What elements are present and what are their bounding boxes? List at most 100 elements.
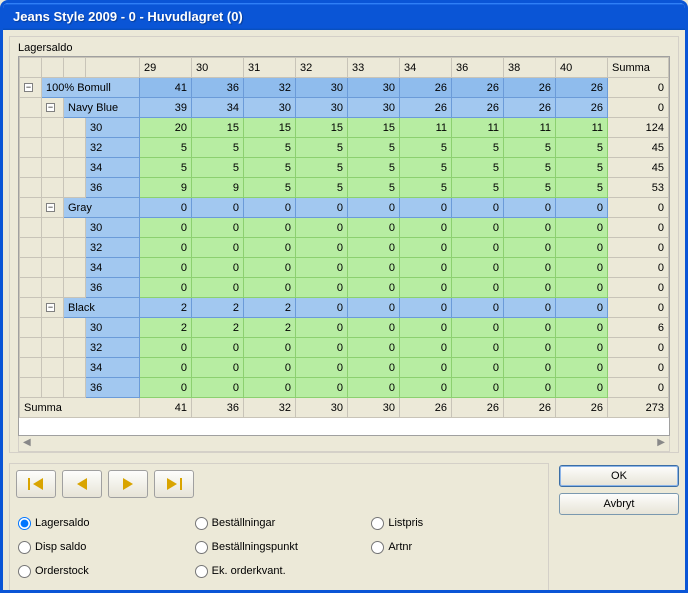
- value-cell[interactable]: 30: [348, 98, 400, 118]
- value-cell[interactable]: 39: [140, 98, 192, 118]
- summa-cell[interactable]: 0: [608, 338, 669, 358]
- size-label[interactable]: 34: [86, 258, 140, 278]
- value-cell[interactable]: 0: [556, 338, 608, 358]
- value-cell[interactable]: 2: [192, 318, 244, 338]
- value-cell[interactable]: 30: [296, 98, 348, 118]
- value-cell[interactable]: 26: [504, 98, 556, 118]
- value-cell[interactable]: 26: [452, 98, 504, 118]
- value-cell[interactable]: 0: [296, 218, 348, 238]
- value-cell[interactable]: 0: [348, 258, 400, 278]
- value-cell[interactable]: 0: [452, 318, 504, 338]
- value-cell[interactable]: 26: [400, 78, 452, 98]
- radio-ekorder[interactable]: Ek. orderkvant.: [195, 560, 364, 582]
- value-cell[interactable]: 0: [556, 238, 608, 258]
- nav-first-button[interactable]: [16, 470, 56, 498]
- value-cell[interactable]: 0: [556, 358, 608, 378]
- value-cell[interactable]: 20: [140, 118, 192, 138]
- value-cell[interactable]: 30: [244, 98, 296, 118]
- value-cell[interactable]: 0: [452, 298, 504, 318]
- value-cell[interactable]: 0: [504, 358, 556, 378]
- summa-cell[interactable]: 0: [608, 378, 669, 398]
- value-cell[interactable]: 5: [296, 178, 348, 198]
- value-cell[interactable]: 0: [400, 198, 452, 218]
- value-cell[interactable]: 5: [244, 178, 296, 198]
- size-label[interactable]: 30: [86, 318, 140, 338]
- size-label[interactable]: 30: [86, 218, 140, 238]
- value-cell[interactable]: 0: [348, 198, 400, 218]
- value-cell[interactable]: 0: [296, 338, 348, 358]
- value-cell[interactable]: 11: [504, 118, 556, 138]
- value-cell[interactable]: 0: [452, 358, 504, 378]
- summa-cell[interactable]: 0: [608, 98, 669, 118]
- collapse-icon[interactable]: −: [46, 203, 55, 212]
- value-cell[interactable]: 0: [244, 258, 296, 278]
- radio-input[interactable]: [18, 565, 31, 578]
- summa-cell[interactable]: 0: [608, 278, 669, 298]
- value-cell[interactable]: 0: [244, 358, 296, 378]
- summa-cell[interactable]: 0: [608, 298, 669, 318]
- value-cell[interactable]: 0: [296, 298, 348, 318]
- summa-cell[interactable]: 0: [608, 238, 669, 258]
- value-cell[interactable]: 2: [140, 318, 192, 338]
- size-label[interactable]: 32: [86, 238, 140, 258]
- summa-cell[interactable]: 0: [608, 78, 669, 98]
- value-cell[interactable]: 0: [504, 198, 556, 218]
- value-cell[interactable]: 0: [192, 378, 244, 398]
- value-cell[interactable]: 0: [400, 258, 452, 278]
- value-cell[interactable]: 5: [452, 178, 504, 198]
- value-cell[interactable]: 30: [348, 78, 400, 98]
- value-cell[interactable]: 0: [296, 258, 348, 278]
- value-cell[interactable]: 0: [192, 358, 244, 378]
- value-cell[interactable]: 0: [400, 358, 452, 378]
- value-cell[interactable]: 0: [296, 318, 348, 338]
- radio-input[interactable]: [371, 517, 384, 530]
- value-cell[interactable]: 0: [192, 218, 244, 238]
- value-cell[interactable]: 5: [244, 138, 296, 158]
- value-cell[interactable]: 32: [244, 78, 296, 98]
- value-cell[interactable]: 0: [556, 218, 608, 238]
- value-cell[interactable]: 9: [140, 178, 192, 198]
- value-cell[interactable]: 0: [504, 378, 556, 398]
- summa-cell[interactable]: 0: [608, 198, 669, 218]
- value-cell[interactable]: 30: [296, 78, 348, 98]
- value-cell[interactable]: 0: [556, 378, 608, 398]
- value-cell[interactable]: 0: [192, 278, 244, 298]
- value-cell[interactable]: 5: [296, 158, 348, 178]
- col-header[interactable]: 33: [348, 58, 400, 78]
- summa-col-header[interactable]: Summa: [608, 58, 669, 78]
- value-cell[interactable]: 0: [244, 378, 296, 398]
- value-cell[interactable]: 5: [348, 178, 400, 198]
- value-cell[interactable]: 0: [192, 198, 244, 218]
- value-cell[interactable]: 0: [556, 278, 608, 298]
- value-cell[interactable]: 0: [296, 278, 348, 298]
- group-label[interactable]: Gray: [64, 198, 140, 218]
- value-cell[interactable]: 0: [140, 258, 192, 278]
- value-cell[interactable]: 0: [140, 278, 192, 298]
- value-cell[interactable]: 0: [452, 198, 504, 218]
- value-cell[interactable]: 0: [504, 218, 556, 238]
- value-cell[interactable]: 0: [452, 378, 504, 398]
- value-cell[interactable]: 0: [504, 238, 556, 258]
- value-cell[interactable]: 0: [140, 238, 192, 258]
- radio-lagersaldo[interactable]: Lagersaldo: [18, 512, 187, 534]
- summa-cell[interactable]: 53: [608, 178, 669, 198]
- radio-orderstock[interactable]: Orderstock: [18, 560, 187, 582]
- value-cell[interactable]: 0: [504, 338, 556, 358]
- group-label[interactable]: Navy Blue: [64, 98, 140, 118]
- collapse-icon[interactable]: −: [24, 83, 33, 92]
- size-label[interactable]: 36: [86, 178, 140, 198]
- value-cell[interactable]: 5: [504, 158, 556, 178]
- size-label[interactable]: 34: [86, 158, 140, 178]
- value-cell[interactable]: 5: [400, 178, 452, 198]
- value-cell[interactable]: 15: [244, 118, 296, 138]
- size-label[interactable]: 34: [86, 358, 140, 378]
- value-cell[interactable]: 0: [504, 298, 556, 318]
- value-cell[interactable]: 5: [192, 138, 244, 158]
- value-cell[interactable]: 0: [556, 318, 608, 338]
- horizontal-scrollbar[interactable]: ◀ ▶: [18, 436, 670, 452]
- value-cell[interactable]: 0: [296, 238, 348, 258]
- value-cell[interactable]: 0: [348, 298, 400, 318]
- size-label[interactable]: 32: [86, 338, 140, 358]
- tree-toggle-cell[interactable]: −: [42, 198, 64, 218]
- ok-button[interactable]: OK: [559, 465, 679, 487]
